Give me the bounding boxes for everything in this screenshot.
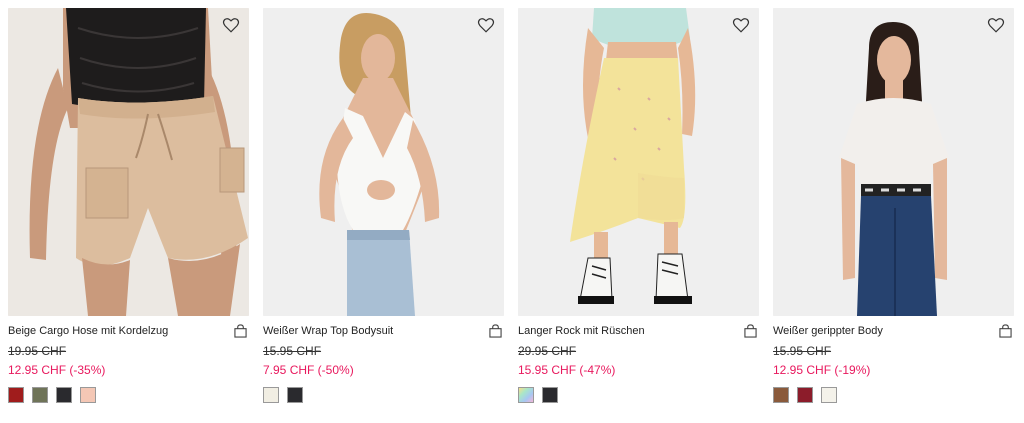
title-row: Weißer gerippter Body [773, 323, 1014, 339]
product-card[interactable]: Langer Rock mit Rüschen 29.95 CHF 15.95 … [518, 8, 759, 423]
product-card[interactable]: Weißer gerippter Body 15.95 CHF 12.95 CH… [773, 8, 1014, 423]
title-row: Beige Cargo Hose mit Kordelzug [8, 323, 249, 339]
product-title[interactable]: Beige Cargo Hose mit Kordelzug [8, 325, 168, 337]
original-price: 19.95 CHF [8, 344, 67, 358]
color-swatches [773, 387, 1014, 403]
product-info: Weißer Wrap Top Bodysuit 15.95 CHF 7.95 … [263, 323, 504, 423]
heart-icon[interactable] [732, 16, 750, 34]
original-price: 15.95 CHF [263, 344, 322, 358]
color-swatch-red[interactable] [8, 387, 24, 403]
color-swatches [8, 387, 249, 403]
shopping-bag-icon[interactable] [489, 324, 502, 338]
product-photo-ruffle-skirt [518, 8, 759, 316]
color-swatch-offwhite[interactable] [821, 387, 837, 403]
product-grid: Beige Cargo Hose mit Kordelzug 19.95 CHF… [8, 8, 1014, 423]
product-info: Beige Cargo Hose mit Kordelzug 19.95 CHF… [8, 323, 249, 423]
color-swatches [518, 387, 759, 403]
color-swatch-brown[interactable] [773, 387, 789, 403]
color-swatch-olive[interactable] [32, 387, 48, 403]
color-swatch-burgundy[interactable] [797, 387, 813, 403]
original-price: 15.95 CHF [773, 344, 832, 358]
product-image[interactable] [8, 8, 249, 316]
color-swatch-black[interactable] [542, 387, 558, 403]
product-title[interactable]: Weißer Wrap Top Bodysuit [263, 325, 393, 337]
product-image[interactable] [773, 8, 1014, 316]
color-swatches [263, 387, 504, 403]
product-card[interactable]: Weißer Wrap Top Bodysuit 15.95 CHF 7.95 … [263, 8, 504, 423]
color-swatch-peach[interactable] [80, 387, 96, 403]
product-title[interactable]: Weißer gerippter Body [773, 325, 883, 337]
color-swatch-black[interactable] [287, 387, 303, 403]
product-info: Weißer gerippter Body 15.95 CHF 12.95 CH… [773, 323, 1014, 423]
shopping-bag-icon[interactable] [234, 324, 247, 338]
heart-icon[interactable] [222, 16, 240, 34]
sale-price: 7.95 CHF (-50%) [263, 363, 354, 377]
color-swatch-multicolor[interactable] [518, 387, 534, 403]
sale-price: 12.95 CHF (-19%) [773, 363, 871, 377]
sale-price: 12.95 CHF (-35%) [8, 363, 106, 377]
color-swatch-black[interactable] [56, 387, 72, 403]
sale-price: 15.95 CHF (-47%) [518, 363, 616, 377]
product-photo-cargo-shorts [8, 8, 249, 316]
heart-icon[interactable] [477, 16, 495, 34]
color-swatch-cream[interactable] [263, 387, 279, 403]
product-image[interactable] [518, 8, 759, 316]
product-title[interactable]: Langer Rock mit Rüschen [518, 325, 645, 337]
product-image[interactable] [263, 8, 504, 316]
product-photo-wrap-bodysuit [263, 8, 504, 316]
title-row: Langer Rock mit Rüschen [518, 323, 759, 339]
product-card[interactable]: Beige Cargo Hose mit Kordelzug 19.95 CHF… [8, 8, 249, 423]
heart-icon[interactable] [987, 16, 1005, 34]
shopping-bag-icon[interactable] [744, 324, 757, 338]
title-row: Weißer Wrap Top Bodysuit [263, 323, 504, 339]
product-photo-ribbed-body [773, 8, 1014, 316]
product-info: Langer Rock mit Rüschen 29.95 CHF 15.95 … [518, 323, 759, 423]
original-price: 29.95 CHF [518, 344, 577, 358]
shopping-bag-icon[interactable] [999, 324, 1012, 338]
